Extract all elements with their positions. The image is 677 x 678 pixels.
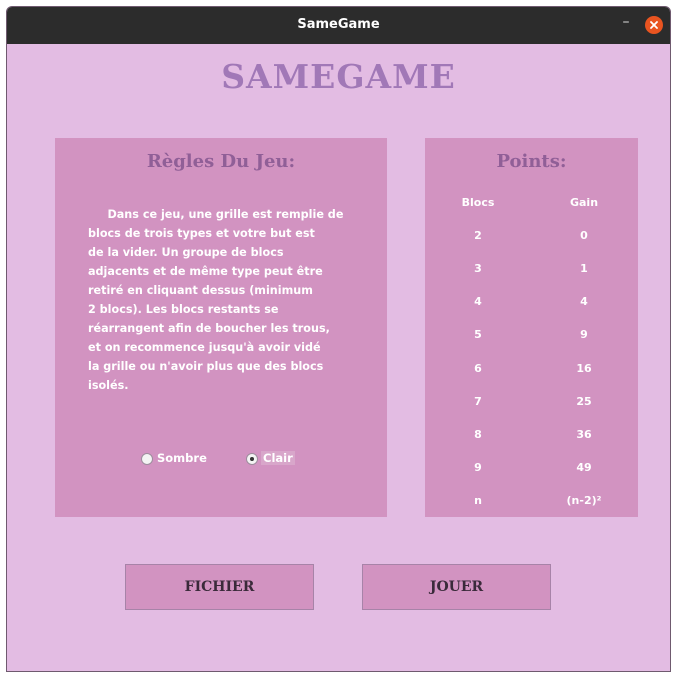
- column-header-blocs: Blocs: [461, 196, 495, 209]
- jouer-button[interactable]: JOUER: [362, 564, 551, 610]
- theme-radio-label[interactable]: Sombre: [157, 451, 207, 465]
- minimize-icon[interactable]: –: [619, 15, 633, 29]
- rules-heading: Règles Du Jeu:: [146, 151, 296, 172]
- table-cell-gain: 16: [576, 362, 592, 375]
- table-cell-blocs: 7: [474, 395, 482, 408]
- table-cell-blocs: 6: [474, 362, 482, 375]
- samegame-window: SameGame – SAMEGAME Règles Du Jeu: Dans …: [6, 6, 671, 672]
- table-cell-blocs: n: [474, 494, 482, 507]
- rules-line: la grille ou n'avoir plus que des blocs: [88, 360, 324, 373]
- theme-radio-clair[interactable]: Clair: [246, 451, 306, 467]
- table-cell-gain: 4: [580, 295, 588, 308]
- title-bar[interactable]: SameGame –: [7, 7, 670, 44]
- table-cell-blocs: 8: [474, 428, 482, 441]
- window-title: SameGame: [297, 17, 380, 32]
- rules-line: Dans ce jeu, une grille est remplie de: [88, 208, 344, 221]
- rules-line: isolés.: [88, 379, 129, 392]
- table-cell-blocs: 5: [474, 328, 482, 341]
- table-cell-gain: 1: [580, 262, 588, 275]
- rules-line: réarrangent afin de boucher les trous,: [88, 322, 330, 335]
- radio-checked-icon[interactable]: [246, 453, 258, 465]
- column-header-gain: Gain: [569, 196, 599, 209]
- close-icon[interactable]: [645, 16, 663, 34]
- table-cell-gain: 49: [576, 461, 592, 474]
- fichier-button[interactable]: FICHIER: [125, 564, 314, 610]
- points-table: Blocs Gain 2 0 3 1 4 4 5 9 6 16 7 25 8 3…: [425, 138, 638, 517]
- theme-radio-label[interactable]: Clair: [261, 451, 295, 465]
- radio-unchecked-icon[interactable]: [141, 453, 153, 465]
- table-cell-blocs: 9: [474, 461, 482, 474]
- table-cell-blocs: 4: [474, 295, 482, 308]
- rules-line: adjacents et de même type peut être: [88, 265, 323, 278]
- rules-text: Dans ce jeu, une grille est remplie de b…: [88, 205, 368, 395]
- table-cell-gain: 25: [576, 395, 592, 408]
- app-title: SAMEGAME: [221, 57, 456, 96]
- points-panel: Points: Blocs Gain 2 0 3 1 4 4 5 9 6 16 …: [425, 138, 638, 517]
- table-cell-blocs: 3: [474, 262, 482, 275]
- rules-line: blocs de trois types et votre but est: [88, 227, 315, 240]
- rules-line: 2 blocs). Les blocs restants se: [88, 303, 279, 316]
- table-cell-gain: (n-2)²: [566, 494, 602, 507]
- table-cell-gain: 36: [576, 428, 592, 441]
- rules-line: retiré en cliquant dessus (minimum: [88, 284, 313, 297]
- rules-line: et on recommence jusqu'à avoir vidé: [88, 341, 321, 354]
- table-cell-gain: 0: [580, 229, 588, 242]
- table-cell-blocs: 2: [474, 229, 482, 242]
- rules-line: de la vider. Un groupe de blocs: [88, 246, 284, 259]
- theme-radio-sombre[interactable]: Sombre: [141, 451, 221, 467]
- table-cell-gain: 9: [580, 328, 588, 341]
- rules-panel: Règles Du Jeu: Dans ce jeu, une grille e…: [55, 138, 387, 517]
